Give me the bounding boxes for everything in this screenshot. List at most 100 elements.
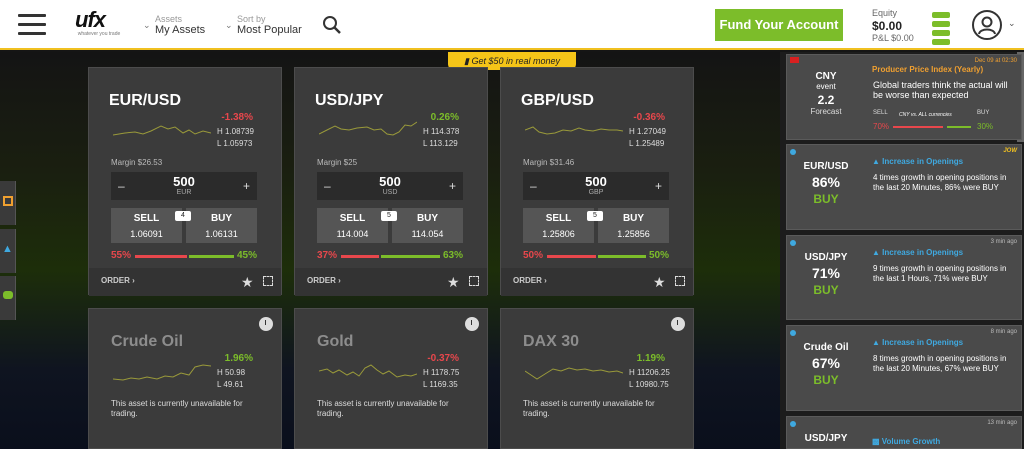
sort-label: Sort by bbox=[237, 14, 266, 24]
feed-action: BUY bbox=[813, 192, 839, 206]
feed-action: BUY bbox=[813, 283, 839, 297]
quantity-value: 500 bbox=[379, 174, 401, 189]
stats-bars-icon[interactable] bbox=[932, 12, 950, 48]
expand-icon[interactable] bbox=[263, 276, 273, 286]
high-value: H 11206.25 bbox=[629, 368, 670, 377]
low-value: L 1.25489 bbox=[629, 139, 665, 148]
event-currency: CNY bbox=[815, 71, 837, 82]
star-icon[interactable]: ★ bbox=[241, 274, 254, 291]
high-value: H 50.98 bbox=[217, 368, 246, 377]
change-percent: 0.26% bbox=[430, 112, 459, 123]
expand-icon[interactable] bbox=[675, 276, 685, 286]
education-tab[interactable]: ▲ bbox=[0, 229, 16, 273]
buy-price: 114.054 bbox=[411, 229, 444, 239]
graduation-cap-icon: ▲ bbox=[2, 243, 13, 255]
high-low: H 50.98 L 49.61 bbox=[217, 367, 245, 391]
sparkline bbox=[525, 367, 623, 380]
asset-card-dax30[interactable]: DAX 30 1.19% H 11206.25 L 10980.75 This a… bbox=[500, 308, 694, 449]
logo-text: ufx bbox=[75, 7, 106, 32]
buy-percent: 50% bbox=[649, 250, 670, 261]
promo-text: Get $50 in real money bbox=[471, 56, 561, 66]
user-silhouette-icon bbox=[978, 16, 996, 35]
order-link[interactable]: ORDER › bbox=[307, 276, 341, 285]
order-link[interactable]: ORDER › bbox=[513, 276, 547, 285]
asset-card-gbpusd[interactable]: GBP/USD -0.36% H 1.27049 L 1.25489 Margin… bbox=[500, 67, 694, 296]
buy-label: BUY bbox=[416, 213, 439, 224]
quantity-currency: EUR bbox=[176, 189, 192, 196]
sort-selector[interactable]: ⌄ Sort by Most Popular bbox=[225, 14, 302, 36]
equity-block[interactable]: Equity $0.00 P&L $0.00 bbox=[872, 8, 914, 44]
quantity-stepper[interactable]: –500 GBP + bbox=[523, 172, 669, 200]
feed-time-ago: 3 min ago bbox=[990, 239, 1017, 245]
margin-text: Margin $26.53 bbox=[111, 158, 163, 167]
asset-card-usdjpy[interactable]: USD/JPY 0.26% H 114.378 L 113.129 Margin … bbox=[294, 67, 488, 296]
sell-button[interactable]: SELL 1.25806 bbox=[523, 208, 594, 243]
feed-asset: Crude Oil bbox=[803, 342, 849, 353]
order-label: ORDER bbox=[101, 276, 130, 285]
feed-text: 4 times growth in opening positions in t… bbox=[873, 173, 1007, 192]
buy-label: BUY bbox=[977, 110, 990, 116]
high-value: H 1.08739 bbox=[217, 127, 254, 136]
asset-card-gold[interactable]: Gold -0.37% H 1178.75 L 1169.35 This asse… bbox=[294, 308, 488, 449]
spread-badge: 5 bbox=[587, 211, 603, 221]
sell-label: SELL bbox=[873, 110, 888, 116]
sell-label: SELL bbox=[339, 213, 366, 224]
fund-account-button[interactable]: Fund Your Account bbox=[715, 9, 843, 41]
quantity-stepper[interactable]: –500 USD + bbox=[317, 172, 463, 200]
feed-asset: EUR/USD bbox=[803, 161, 849, 172]
clock-icon bbox=[465, 317, 479, 331]
menu-icon[interactable] bbox=[18, 14, 46, 36]
star-icon[interactable]: ★ bbox=[653, 274, 666, 291]
low-value: L 49.61 bbox=[217, 380, 244, 389]
plus-button[interactable]: + bbox=[243, 179, 250, 193]
asset-card-crude-oil[interactable]: Crude Oil 1.96% H 50.98 L 49.61 This asse… bbox=[88, 308, 282, 449]
feed-percent: 86% bbox=[811, 174, 841, 190]
sell-sentiment-bar bbox=[135, 255, 187, 258]
feed-summary: USD/JPY 71% BUY bbox=[787, 236, 865, 297]
sparkline bbox=[319, 121, 417, 136]
user-avatar-icon[interactable] bbox=[972, 10, 1002, 40]
calendar-icon bbox=[3, 196, 13, 206]
feed-title-text: Volume Growth bbox=[881, 437, 941, 446]
feed-card-usdjpy[interactable]: USD/JPY 71% BUY 3 min ago ▲ Increase in Op… bbox=[786, 235, 1022, 320]
star-icon[interactable]: ★ bbox=[447, 274, 460, 291]
buy-price: 1.06131 bbox=[205, 229, 238, 239]
plus-button[interactable]: + bbox=[655, 179, 662, 193]
flame-icon: ▲ bbox=[872, 157, 880, 166]
expand-icon[interactable] bbox=[469, 276, 479, 286]
spread-badge: 5 bbox=[381, 211, 397, 221]
sell-button[interactable]: SELL 1.06091 bbox=[111, 208, 182, 243]
sparkline bbox=[113, 125, 211, 136]
feed-card-crude-oil[interactable]: Crude Oil 67% BUY 8 min ago ▲ Increase in … bbox=[786, 325, 1022, 411]
phone-icon: ▮ bbox=[463, 56, 469, 66]
sparkline bbox=[113, 364, 211, 381]
quantity-currency: GBP bbox=[588, 189, 604, 196]
search-icon[interactable] bbox=[322, 15, 342, 35]
assets-selector[interactable]: ⌄ Assets My Assets bbox=[143, 14, 205, 36]
sort-value: Most Popular bbox=[237, 24, 302, 36]
quantity-stepper[interactable]: –500 EUR + bbox=[111, 172, 257, 200]
calendar-tab[interactable] bbox=[0, 181, 16, 225]
feed-title-text: Increase in Openings bbox=[882, 248, 964, 257]
feed-card-eurusd[interactable]: EUR/USD 86% BUY JOW ▲ Increase in Openings… bbox=[786, 144, 1022, 230]
asset-card-eurusd[interactable]: EUR/USD -1.38% H 1.08739 L 1.05973 Margin… bbox=[88, 67, 282, 296]
change-percent: 1.96% bbox=[224, 353, 253, 364]
plus-button[interactable]: + bbox=[449, 179, 456, 193]
high-value: H 1.27049 bbox=[629, 127, 666, 136]
buy-button[interactable]: BUY 1.25856 bbox=[598, 208, 669, 243]
high-low: H 1.27049 L 1.25489 bbox=[629, 126, 666, 150]
flame-icon: ▲ bbox=[872, 248, 880, 257]
feed-title: ▲ Increase in Openings bbox=[872, 338, 963, 347]
ufx-logo[interactable]: ufx whatever you trade bbox=[75, 7, 123, 40]
economic-event-card[interactable]: CNY event 2.2 Forecast Dec 09 at 02:30 P… bbox=[786, 54, 1022, 140]
buy-button[interactable]: BUY 1.06131 bbox=[186, 208, 257, 243]
sparkline bbox=[319, 364, 417, 378]
chat-tab[interactable] bbox=[0, 276, 16, 320]
pl-label: P&L $0.00 bbox=[872, 33, 914, 43]
feed-card-usdjpy-volume[interactable]: USD/JPY 13 min ago ▩ Volume Growth bbox=[786, 416, 1022, 449]
chevron-down-icon[interactable]: ⌄ bbox=[1008, 18, 1016, 29]
buy-button[interactable]: BUY 114.054 bbox=[392, 208, 463, 243]
sell-sentiment-bar bbox=[547, 255, 596, 258]
order-link[interactable]: ORDER › bbox=[101, 276, 135, 285]
sell-button[interactable]: SELL 114.004 bbox=[317, 208, 388, 243]
